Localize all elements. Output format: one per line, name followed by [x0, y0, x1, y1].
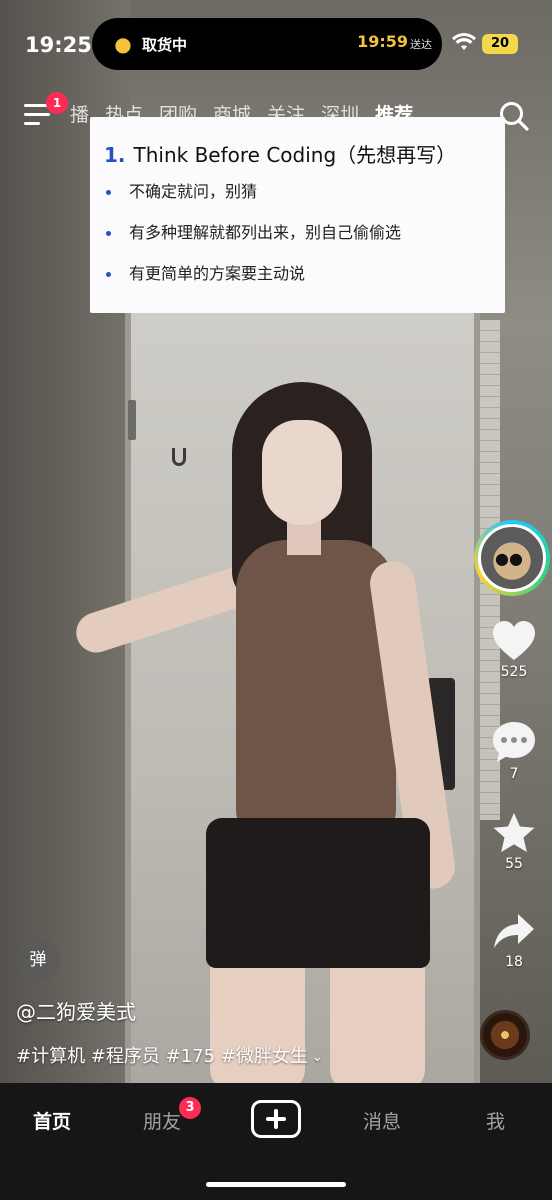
comment-icon	[493, 722, 535, 762]
chevron-down-icon[interactable]: ⌄	[312, 1050, 323, 1065]
card-title-text: Think Before Coding（先想再写）	[133, 143, 457, 167]
card-title: 1. Think Before Coding（先想再写）	[104, 139, 456, 168]
favorite-button[interactable]: 55	[486, 812, 542, 872]
share-button[interactable]: 18	[486, 912, 542, 970]
favorite-count: 55	[505, 856, 523, 872]
like-button[interactable]: 525	[486, 620, 542, 680]
dynamic-island[interactable]: ● 取货中 19:59 送达	[92, 18, 442, 70]
glasses-icon: ●●	[495, 549, 523, 568]
comment-count: 7	[509, 766, 519, 782]
nav-friends[interactable]: 朋友	[143, 1107, 181, 1134]
author-avatar[interactable]: ●●	[474, 520, 550, 596]
star-icon	[493, 813, 535, 852]
author-name[interactable]: @二狗爱美式	[16, 996, 136, 1025]
delivery-eta-suffix: 送达	[410, 38, 432, 51]
text-overlay-card: 1. Think Before Coding（先想再写） 不确定就问，别猜 有多种…	[90, 117, 505, 313]
music-disc-icon[interactable]	[480, 1010, 530, 1060]
tab-live[interactable]: 播	[70, 100, 89, 127]
like-count: 525	[500, 664, 528, 680]
friends-badge: 3	[179, 1097, 201, 1119]
hashtag-line[interactable]: #计算机 #程序员 #175 #微胖女生 ⌄	[16, 1042, 323, 1068]
status-bar: 19:25 ● 取货中 19:59 送达 20	[0, 0, 552, 88]
delivery-eta: 19:59	[357, 32, 408, 51]
card-bullet-list: 不确定就问，别猜 有多种理解就都列出来，别自己偷偷选 有更简单的方案要主动说	[104, 181, 401, 304]
status-time: 19:25	[25, 33, 92, 57]
delivery-scooter-icon: ●	[114, 32, 132, 56]
card-title-number: 1.	[104, 143, 126, 167]
door-hinge	[128, 400, 136, 440]
share-arrow-icon	[494, 914, 534, 948]
share-count: 18	[505, 954, 523, 970]
home-indicator[interactable]	[206, 1182, 346, 1187]
delivery-status-label: 取货中	[142, 36, 188, 54]
nav-me[interactable]: 我	[486, 1107, 505, 1134]
heart-icon	[493, 621, 535, 660]
card-bullet: 不确定就问，别猜	[104, 181, 401, 222]
hashtags-text: #计算机 #程序员 #175 #微胖女生	[16, 1046, 308, 1067]
person-face	[262, 420, 342, 525]
person-leg-right	[330, 950, 425, 1083]
avatar-image: ●●	[478, 524, 546, 592]
battery-indicator: 20	[482, 34, 518, 54]
person-shorts	[206, 818, 430, 968]
comment-button[interactable]: 7	[486, 720, 542, 782]
nav-messages[interactable]: 消息	[363, 1107, 401, 1134]
wall-hook	[172, 448, 186, 466]
menu-badge: 1	[46, 92, 68, 114]
wifi-icon	[452, 33, 476, 50]
danmu-toggle-button[interactable]: 弹	[16, 938, 60, 982]
create-post-button[interactable]	[251, 1100, 301, 1138]
nav-home[interactable]: 首页	[33, 1107, 71, 1134]
card-bullet: 有更简单的方案要主动说	[104, 263, 401, 304]
card-bullet: 有多种理解就都列出来，别自己偷偷选	[104, 222, 401, 263]
